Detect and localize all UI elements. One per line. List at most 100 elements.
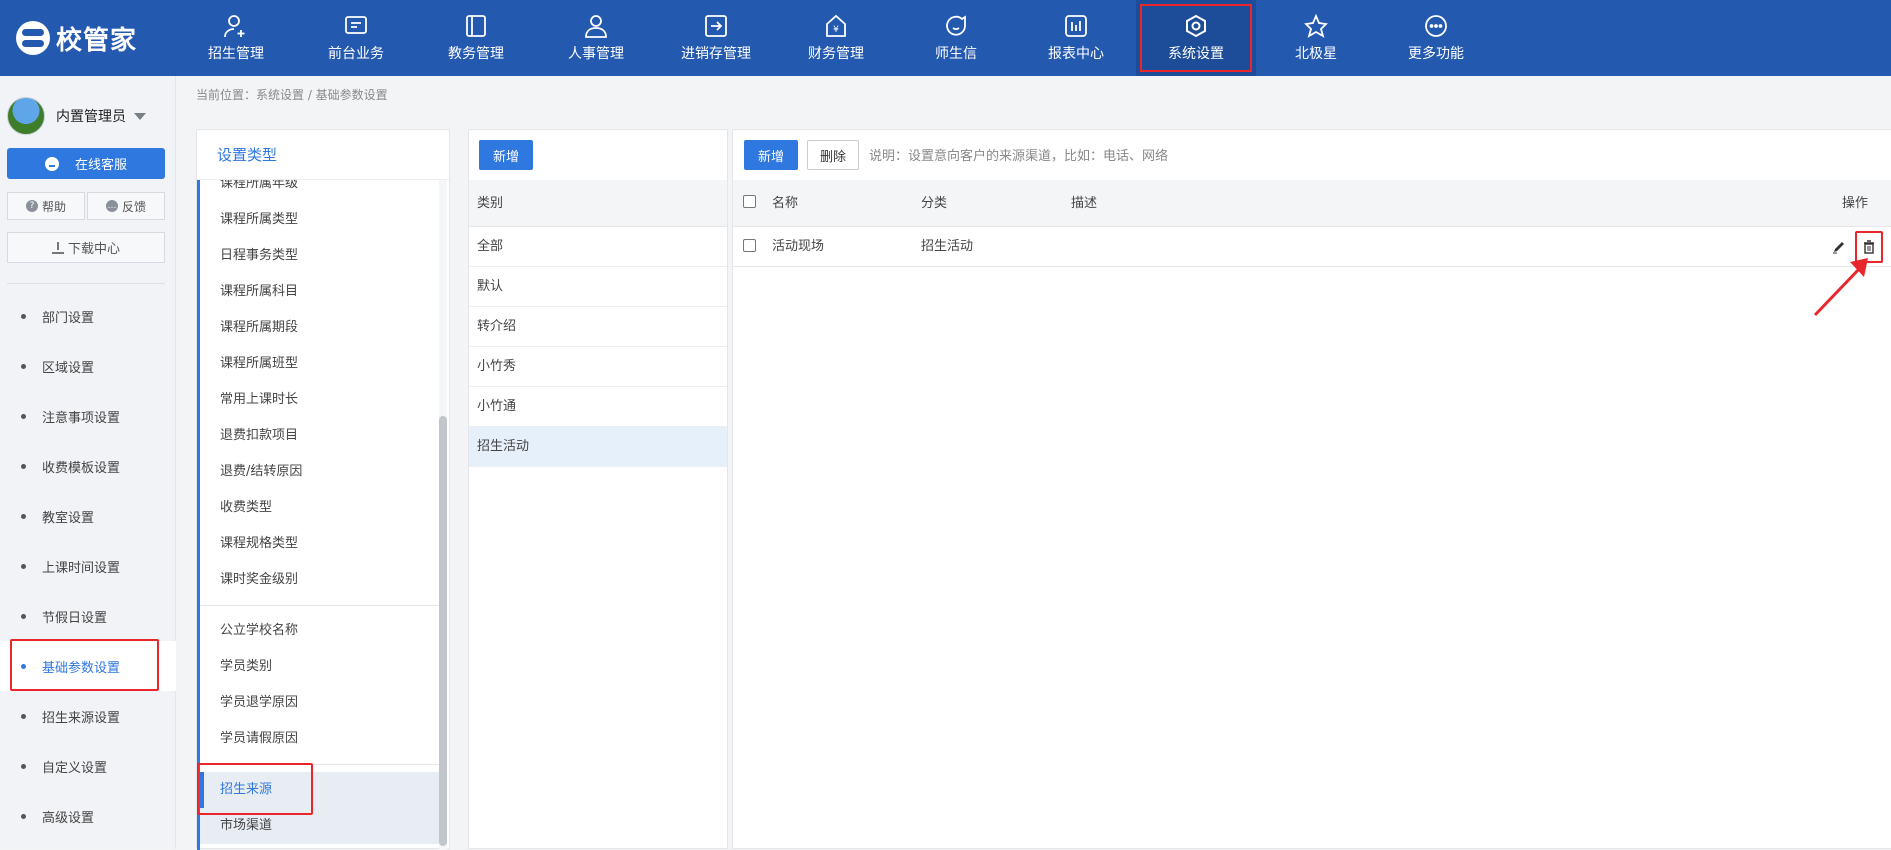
nav-item-finance[interactable]: ¥ 财务管理	[776, 0, 896, 76]
column-header-category[interactable]: 分类	[921, 180, 947, 227]
type-item[interactable]: 收费类型	[200, 490, 439, 526]
delete-source-button[interactable]: 删除	[807, 140, 860, 170]
type-item[interactable]: 日程事务类型	[200, 238, 439, 274]
type-group-divider	[200, 764, 439, 765]
nav-item-recruit[interactable]: 招生管理	[176, 0, 296, 76]
nav-item-reports[interactable]: 报表中心	[1016, 0, 1136, 76]
type-item-recruit-source[interactable]: 招生来源	[200, 772, 439, 808]
sidebar-item-basic-params[interactable]: 基础参数设置	[0, 641, 176, 691]
table-row[interactable]: 活动现场 招生活动	[733, 227, 1891, 267]
type-group-course: 课程所属年级 课程所属类型 日程事务类型 课程所属科目 课程所属期段 课程所属班…	[200, 180, 439, 598]
category-panel: 新增 类别 全部 默认 转介绍 小竹秀 小竹通 招生活动	[468, 129, 728, 849]
more-icon	[1425, 15, 1447, 37]
sidebar-item-holiday[interactable]: 节假日设置	[0, 591, 176, 641]
category-item[interactable]: 小竹通	[469, 387, 727, 427]
type-item[interactable]: 学员请假原因	[200, 721, 439, 757]
sidebar-item-advanced[interactable]: 高级设置	[0, 791, 176, 841]
cell-category: 招生活动	[921, 239, 974, 254]
sidebar-item-notes[interactable]: 注意事项设置	[0, 391, 176, 441]
nav-item-more[interactable]: 更多功能	[1376, 0, 1496, 76]
row-checkbox[interactable]	[743, 239, 756, 252]
sidebar-item-department[interactable]: 部门设置	[0, 291, 176, 341]
column-header-actions: 操作	[1842, 196, 1869, 211]
sidebar-divider	[7, 283, 165, 284]
download-center-button[interactable]: 下载中心	[7, 232, 165, 263]
type-item[interactable]: 课程所属年级	[200, 180, 439, 202]
bullet-icon	[21, 563, 26, 569]
annotation-arrow-icon	[1813, 258, 1868, 317]
setting-types-title: 设置类型	[197, 130, 449, 180]
chevron-down-icon	[134, 112, 146, 120]
type-item[interactable]: 常用上课时长	[200, 382, 439, 418]
desk-icon	[345, 16, 367, 34]
type-item[interactable]: 市场渠道	[200, 808, 439, 844]
svg-text:¥: ¥	[833, 25, 839, 35]
add-source-button[interactable]: 新增	[744, 140, 799, 170]
bullet-icon	[21, 413, 26, 419]
cell-name: 活动现场	[772, 239, 825, 254]
sidebar-item-recruit-source[interactable]: 招生来源设置	[0, 691, 176, 741]
category-item[interactable]: 默认	[469, 267, 727, 307]
settings-menu: 部门设置 区域设置 注意事项设置 收费模板设置 教室设置 上课时间设置 节假日设…	[0, 291, 176, 841]
type-group-student: 公立学校名称 学员类别 学员退学原因 学员请假原因	[200, 613, 439, 757]
nav-item-hr[interactable]: 人事管理	[536, 0, 656, 76]
category-list: 全部 默认 转介绍 小竹秀 小竹通 招生活动	[469, 227, 727, 467]
type-item[interactable]: 学员类别	[200, 649, 439, 685]
finance-icon: ¥	[826, 14, 846, 37]
left-sidebar: 内置管理员 在线客服 ? 帮助 … 反馈 下载中心 部门设置 区域设置 注意事项…	[0, 76, 176, 849]
question-icon: ?	[25, 200, 38, 212]
user-name: 内置管理员	[56, 109, 126, 125]
app-logo[interactable]: 校管家	[16, 18, 137, 58]
category-item-active[interactable]: 招生活动	[469, 427, 727, 467]
type-item[interactable]: 退费/结转原因	[200, 454, 439, 490]
user-menu[interactable]: 内置管理员	[7, 97, 146, 135]
type-item[interactable]: 课时奖金级别	[200, 562, 439, 598]
logo-mark-icon	[16, 21, 50, 55]
bullet-icon	[21, 663, 26, 669]
sidebar-item-class-time[interactable]: 上课时间设置	[0, 541, 176, 591]
category-header: 类别	[469, 180, 727, 227]
sidebar-item-region[interactable]: 区域设置	[0, 341, 176, 391]
bullet-icon	[21, 613, 26, 619]
type-item[interactable]: 退费扣款项目	[200, 418, 439, 454]
nav-item-polaris[interactable]: 北极星	[1256, 0, 1376, 76]
hint-text: 说明：设置意向客户的来源渠道，比如：电话、网络	[869, 149, 1169, 164]
online-service-button[interactable]: 在线客服	[7, 148, 165, 179]
type-group-marketing: 招生来源 市场渠道	[200, 772, 439, 844]
column-header-name[interactable]: 名称	[772, 180, 798, 227]
sidebar-item-custom[interactable]: 自定义设置	[0, 741, 176, 791]
feedback-button[interactable]: … 反馈	[87, 192, 165, 220]
setting-types-panel: 设置类型 课程所属年级 课程所属类型 日程事务类型 课程所属科目 课程所属期段 …	[196, 129, 450, 850]
table-header: 名称 分类 描述 操作	[733, 180, 1891, 227]
chat-icon	[946, 15, 966, 36]
help-button[interactable]: ? 帮助	[7, 192, 85, 220]
bullet-icon	[21, 713, 26, 719]
nav-item-messages[interactable]: 师生信	[896, 0, 1016, 76]
type-item[interactable]: 课程所属类型	[200, 202, 439, 238]
report-icon	[1065, 15, 1087, 37]
type-item[interactable]: 学员退学原因	[200, 685, 439, 721]
sidebar-item-fee-template[interactable]: 收费模板设置	[0, 441, 176, 491]
type-item[interactable]: 公立学校名称	[200, 613, 439, 649]
category-item[interactable]: 全部	[469, 227, 727, 267]
bullet-icon	[21, 313, 26, 319]
nav-item-academic[interactable]: 教务管理	[416, 0, 536, 76]
help-feedback-group: ? 帮助 … 反馈	[7, 192, 165, 220]
column-header-description[interactable]: 描述	[1071, 180, 1097, 227]
nav-item-front-desk[interactable]: 前台业务	[296, 0, 416, 76]
bullet-icon	[21, 463, 26, 469]
type-item[interactable]: 课程所属科目	[200, 274, 439, 310]
type-item[interactable]: 课程所属班型	[200, 346, 439, 382]
types-scrollbar-thumb[interactable]	[439, 416, 447, 846]
category-item[interactable]: 转介绍	[469, 307, 727, 347]
nav-item-inventory[interactable]: 进销存管理	[656, 0, 776, 76]
select-all-checkbox[interactable]	[743, 195, 756, 208]
add-category-button[interactable]: 新增	[479, 140, 534, 170]
type-item[interactable]: 课程规格类型	[200, 526, 439, 562]
category-item[interactable]: 小竹秀	[469, 347, 727, 387]
type-item[interactable]: 课程所属期段	[200, 310, 439, 346]
sidebar-item-classroom[interactable]: 教室设置	[0, 491, 176, 541]
bullet-icon	[21, 813, 26, 819]
nav-item-system-settings[interactable]: 系统设置	[1136, 0, 1256, 76]
bullet-icon	[21, 513, 26, 519]
